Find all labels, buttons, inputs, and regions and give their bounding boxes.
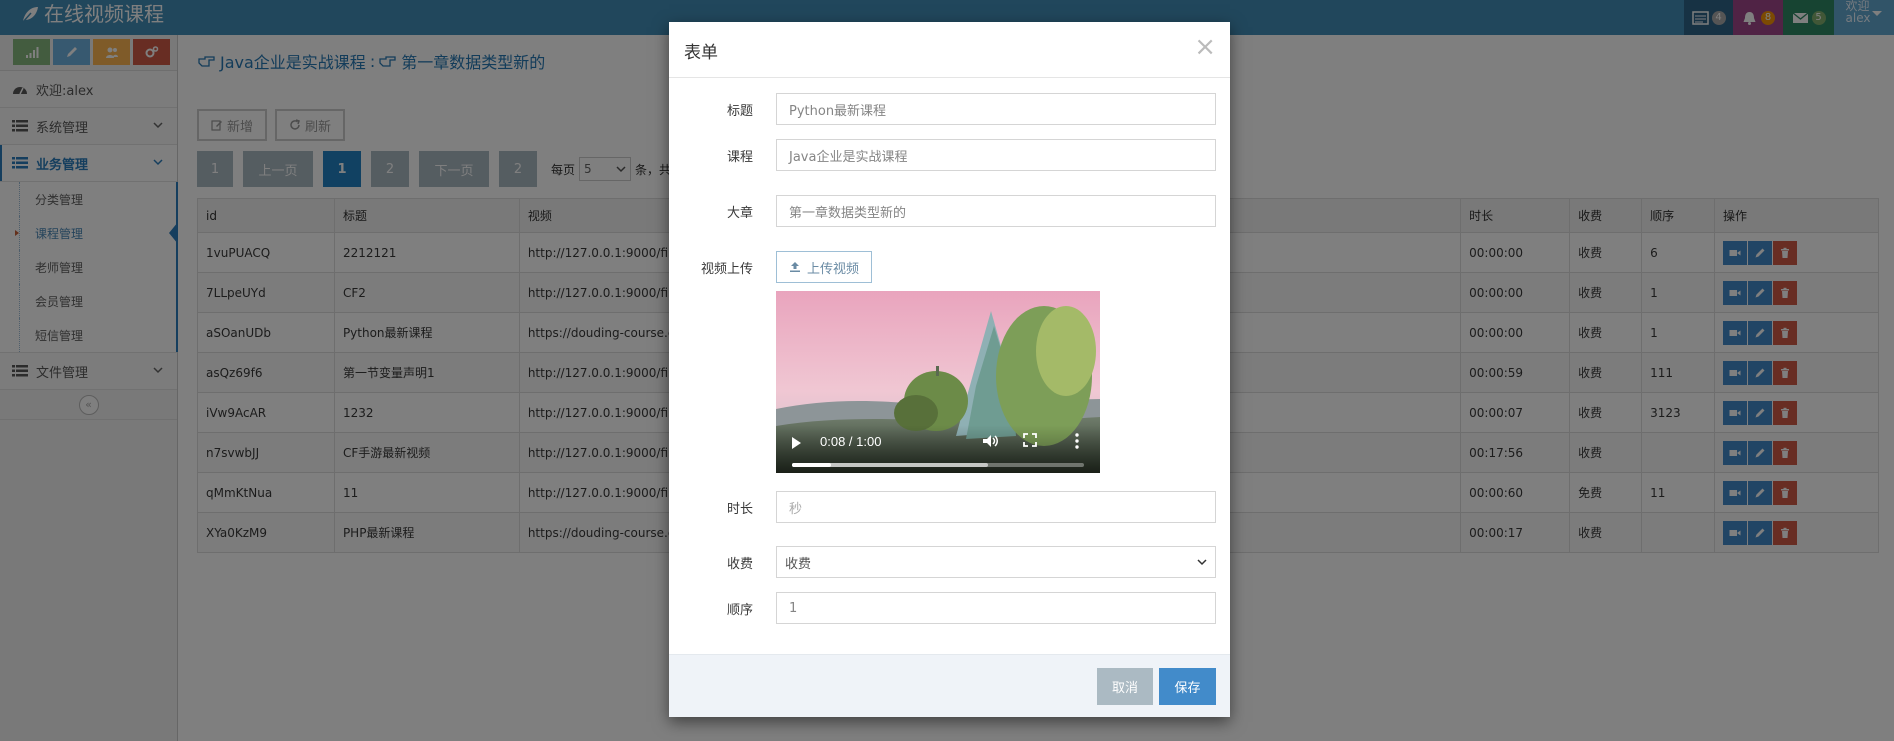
video-seek-bar[interactable]	[792, 463, 1084, 467]
modal-footer: 取消 保存	[669, 654, 1230, 717]
play-icon[interactable]	[792, 437, 801, 449]
form-row-chapter: 大章 第一章数据类型新的	[669, 195, 1230, 227]
cancel-button[interactable]: 取消	[1097, 668, 1153, 705]
form-row-charge: 收费 收费	[669, 546, 1230, 578]
chapter-label: 大章	[726, 205, 753, 221]
chapter-input[interactable]: 第一章数据类型新的	[776, 195, 1216, 227]
video-time: 0:08 / 1:00	[820, 434, 882, 449]
form-row-duration: 时长 秒	[669, 491, 1230, 523]
modal-header: 表单 ×	[669, 22, 1230, 78]
charge-select[interactable]: 收费	[776, 546, 1216, 578]
title-input[interactable]: Python最新课程	[776, 93, 1216, 125]
save-button[interactable]: 保存	[1159, 668, 1216, 705]
duration-label: 时长	[726, 501, 753, 517]
upload-video-button[interactable]: 上传视频	[776, 251, 872, 283]
video-progress-bar	[792, 463, 831, 467]
upload-label: 视频上传	[700, 261, 753, 277]
fullscreen-icon[interactable]	[1023, 433, 1037, 447]
title-label: 标题	[726, 103, 753, 119]
form-row-title: 标题 Python最新课程	[669, 93, 1230, 125]
form-row-order: 顺序 1	[669, 592, 1230, 624]
course-input[interactable]: Java企业是实战课程	[776, 139, 1216, 171]
close-icon[interactable]: ×	[1194, 34, 1216, 60]
volume-icon[interactable]	[981, 432, 999, 450]
modal-title: 表单	[684, 43, 718, 63]
chevron-down-icon	[1197, 558, 1207, 565]
charge-select-value: 收费	[785, 556, 812, 572]
more-vertical-icon[interactable]	[1075, 432, 1079, 450]
upload-button-label: 上传视频	[806, 261, 859, 277]
charge-label: 收费	[726, 556, 753, 572]
form-row-upload: 视频上传 上传视频	[669, 251, 1230, 283]
upload-icon	[789, 262, 800, 272]
video-controls: 0:08 / 1:00	[776, 425, 1100, 473]
video-player[interactable]: 0:08 / 1:00	[776, 291, 1100, 473]
course-label: 课程	[726, 149, 753, 165]
order-label: 顺序	[726, 602, 753, 618]
order-input[interactable]: 1	[776, 592, 1216, 624]
form-modal: 表单 × 标题 Python最新课程 课程 Java企业是实战课程 大章 第一章…	[669, 22, 1230, 717]
form-row-course: 课程 Java企业是实战课程	[669, 139, 1230, 171]
duration-input[interactable]: 秒	[776, 491, 1216, 523]
